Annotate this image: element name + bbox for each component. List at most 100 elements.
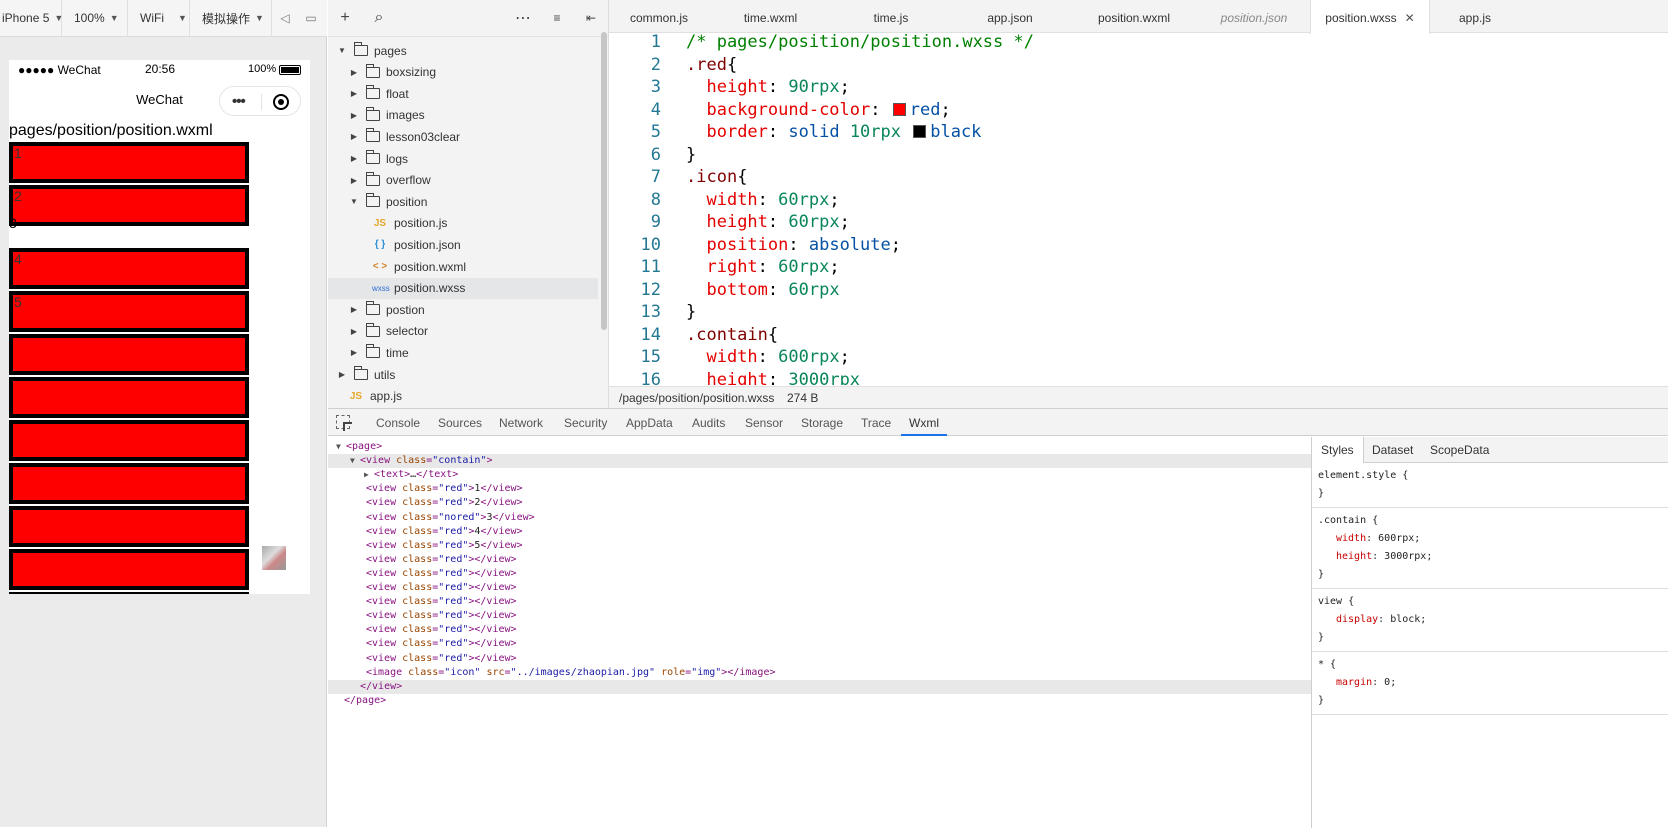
expand-triangle-icon[interactable]: ▼ [336, 440, 346, 454]
dom-node[interactable]: <view class="red"></view> [328, 609, 1311, 623]
style-declaration[interactable]: width: 600rpx; [1318, 530, 1662, 548]
tree-item-lesson03clear[interactable]: ▶ lesson03clear [328, 126, 598, 147]
dom-node[interactable]: <view class="red"></view> [328, 652, 1311, 666]
inspect-icon[interactable] [336, 415, 350, 429]
devtools-tab-audits[interactable]: Audits [692, 409, 725, 436]
tree-item-selector[interactable]: ▶ selector [328, 321, 598, 342]
caret-right-icon[interactable]: ▶ [348, 176, 360, 185]
screen-icon[interactable]: ▭ [298, 0, 324, 37]
tree-item-position-wxml[interactable]: < > position.wxml [328, 256, 598, 277]
devtools-tab-security[interactable]: Security [564, 409, 607, 436]
dom-node[interactable]: ▶ <text>…</text> [328, 468, 1311, 482]
dom-node[interactable]: <view class="red">4</view> [328, 525, 1311, 539]
caret-right-icon[interactable]: ▶ [348, 68, 360, 77]
caret-right-icon[interactable]: ▶ [348, 154, 360, 163]
tree-item-float[interactable]: ▶ float [328, 83, 598, 104]
tree-item-position[interactable]: ▼ position [328, 191, 598, 212]
dom-node[interactable]: <view class="red">1</view> [328, 482, 1311, 496]
tree-item-position-json[interactable]: { } position.json [328, 234, 598, 255]
color-swatch[interactable] [913, 125, 927, 138]
tree-item-app-js[interactable]: JS app.js [328, 386, 598, 407]
more-icon[interactable]: ⋯ [506, 0, 540, 37]
devtools-tab-storage[interactable]: Storage [801, 409, 843, 436]
devtools-tab-appdata[interactable]: AppData [626, 409, 673, 436]
dom-node[interactable]: <view class="nored">3</view> [328, 511, 1311, 525]
tree-item-overflow[interactable]: ▶ overflow [328, 170, 598, 191]
close-target-icon[interactable] [273, 94, 289, 110]
dom-node[interactable]: <view class="red">2</view> [328, 496, 1311, 510]
tree-scrollbar[interactable] [601, 32, 607, 330]
dom-node[interactable]: ▼ <page> [328, 440, 1311, 454]
caret-right-icon[interactable]: ▶ [348, 327, 360, 336]
dom-node[interactable]: <view class="red"></view> [328, 595, 1311, 609]
tree-item-postion[interactable]: ▶ postion [328, 299, 598, 320]
dom-node[interactable]: </page> [328, 694, 1311, 708]
dom-node[interactable]: <view class="red"></view> [328, 637, 1311, 651]
devtools-tab-trace[interactable]: Trace [861, 409, 891, 436]
tree-item-time[interactable]: ▶ time [328, 342, 598, 363]
tree-item-boxsizing[interactable]: ▶ boxsizing [328, 62, 598, 83]
collapsed-triangle-icon[interactable]: ▶ [364, 468, 374, 482]
more-icon[interactable]: ••• [232, 93, 246, 110]
sort-icon[interactable]: ≡ [540, 0, 574, 37]
dom-node[interactable]: <view class="red">5</view> [328, 539, 1311, 553]
network-select[interactable]: WiFi ▼ [128, 0, 190, 37]
tree-item-position-wxss[interactable]: wxss position.wxss [328, 277, 598, 299]
styles-tab-scopedata[interactable]: ScopeData [1430, 437, 1489, 463]
capsule-menu[interactable]: ••• [219, 86, 301, 116]
mute-icon[interactable]: ◁ [272, 0, 298, 37]
editor-tab-position-wxml[interactable]: position.wxml [1070, 0, 1198, 33]
dom-node[interactable]: <view class="red"></view> [328, 581, 1311, 595]
caret-right-icon[interactable]: ▶ [348, 348, 360, 357]
dom-node[interactable]: <view class="red"></view> [328, 553, 1311, 567]
dom-node[interactable]: </view> [328, 679, 1311, 694]
zoom-select[interactable]: 100% ▼ [62, 0, 128, 37]
style-declaration[interactable]: margin: 0; [1318, 674, 1662, 692]
style-declaration[interactable]: height: 3000rpx; [1318, 548, 1662, 566]
editor-tab-time-wxml[interactable]: time.wxml [709, 0, 832, 33]
styles-tab-dataset[interactable]: Dataset [1372, 437, 1413, 463]
dom-node[interactable]: <view class="red"></view> [328, 623, 1311, 637]
tree-item-pages[interactable]: ▼ pages [328, 40, 598, 61]
caret-right-icon[interactable]: ▶ [348, 89, 360, 98]
editor-tab-position-wxss[interactable]: position.wxss ✕ [1310, 0, 1430, 34]
red-box [9, 334, 249, 375]
editor-tab-app-json[interactable]: app.json [950, 0, 1070, 33]
search-icon[interactable]: ⌕ [362, 0, 396, 37]
tree-item-position-js[interactable]: JS position.js [328, 213, 598, 234]
dom-token: </view> [480, 539, 523, 551]
device-select[interactable]: iPhone 5 ▼ [0, 0, 63, 37]
color-swatch[interactable] [892, 102, 906, 116]
caret-right-icon[interactable]: ▶ [348, 132, 360, 141]
tree-item-logs[interactable]: ▶ logs [328, 148, 598, 169]
expand-triangle-icon[interactable]: ▼ [350, 454, 360, 468]
tree-item-images[interactable]: ▶ images [328, 105, 598, 126]
code-token: border [706, 122, 768, 142]
add-icon[interactable]: + [328, 0, 362, 37]
code-area[interactable]: 1 /* pages/position/position.wxss */ 2 .red… [609, 33, 1668, 385]
dom-node[interactable]: <image class="icon" src="../images/zhaop… [328, 666, 1311, 680]
devtools-tab-sources[interactable]: Sources [438, 409, 482, 436]
caret-down-icon[interactable]: ▼ [336, 46, 348, 55]
style-declaration[interactable]: display: block; [1318, 611, 1662, 629]
editor-tab-common-js[interactable]: common.js [609, 0, 709, 33]
editor-tab-time-js[interactable]: time.js [832, 0, 950, 33]
caret-right-icon[interactable]: ▶ [348, 305, 360, 314]
devtools-tab-network[interactable]: Network [499, 409, 543, 436]
editor-tab-app-js[interactable]: app.js [1430, 0, 1520, 33]
caret-down-icon[interactable]: ▼ [348, 197, 360, 206]
rule-selector: .contain { [1318, 515, 1379, 526]
dom-token: "img" [691, 666, 722, 678]
dom-node[interactable]: ▼ <view class="contain"> [328, 454, 1311, 469]
editor-tab-position-json[interactable]: position.json [1198, 0, 1310, 33]
styles-tab-styles[interactable]: Styles [1312, 437, 1364, 463]
tree-item-utils[interactable]: ▶ utils [328, 364, 598, 385]
caret-right-icon[interactable]: ▶ [336, 370, 348, 379]
close-icon[interactable]: ✕ [1405, 11, 1415, 25]
devtools-tab-sensor[interactable]: Sensor [745, 409, 783, 436]
devtools-tab-wxml[interactable]: Wxml [901, 409, 947, 436]
dom-node[interactable]: <view class="red"></view> [328, 567, 1311, 581]
devtools-tab-console[interactable]: Console [376, 409, 420, 436]
caret-right-icon[interactable]: ▶ [348, 111, 360, 120]
operation-mode-select[interactable]: 模拟操作 ▼ [190, 0, 272, 37]
